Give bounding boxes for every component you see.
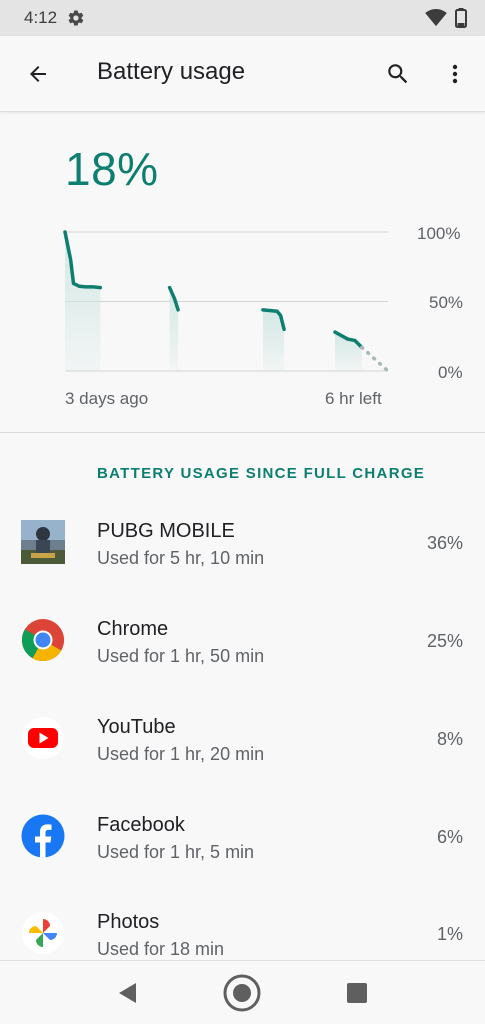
app-usage-time: Used for 1 hr, 5 min (97, 842, 255, 862)
search-icon (388, 64, 408, 84)
nav-recents-button[interactable] (343, 979, 371, 1007)
app-usage-time: Used for 1 hr, 20 min (97, 744, 265, 764)
settings-gear-icon (68, 10, 84, 26)
search-button[interactable] (380, 56, 416, 92)
youtube-icon (22, 717, 64, 759)
navigation-bar (0, 960, 485, 1024)
back-button[interactable] (20, 56, 56, 92)
app-usage-time: Used for 5 hr, 10 min (97, 548, 265, 568)
facebook-icon (21, 814, 65, 858)
pubg-icon (21, 520, 65, 564)
app-row-chrome[interactable]: Chrome Used for 1 hr, 50 min 25% (0, 618, 485, 708)
app-name: Facebook (97, 814, 185, 836)
nav-home-button[interactable] (222, 973, 262, 1013)
battery-icon (455, 8, 467, 28)
app-row-pubg[interactable]: PUBG MOBILE Used for 5 hr, 10 min 36% (0, 520, 485, 610)
arrow-back-icon (30, 66, 46, 82)
divider (0, 432, 485, 433)
app-usage-percent: 25% (426, 631, 463, 651)
app-name: Photos (97, 911, 160, 933)
more-options-button[interactable] (437, 56, 473, 92)
x-tick-label-end: 6 hr left (325, 389, 382, 408)
section-header: BATTERY USAGE SINCE FULL CHARGE (97, 465, 426, 482)
app-name: Chrome (97, 618, 169, 640)
chart-projection-line (360, 345, 390, 373)
battery-chart: 100% 50% 0% 3 days ago 6 hr left (0, 220, 485, 420)
wifi-icon (425, 9, 447, 27)
photos-icon (22, 912, 64, 954)
app-usage-time: Used for 18 min (97, 939, 225, 959)
status-time: 4:12 (24, 8, 58, 27)
app-row-youtube[interactable]: YouTube Used for 1 hr, 20 min 8% (0, 716, 485, 806)
y-tick-label-50: 50% (429, 293, 464, 312)
app-row-photos[interactable]: Photos Used for 18 min 1% (0, 911, 485, 960)
app-usage-percent: 8% (436, 729, 463, 749)
nav-back-button[interactable] (112, 977, 144, 1009)
app-row-facebook[interactable]: Facebook Used for 1 hr, 5 min 6% (0, 814, 485, 904)
status-bar: 4:12 (0, 0, 485, 36)
more-vert-icon (452, 64, 458, 84)
app-usage-percent: 36% (426, 533, 463, 553)
app-usage-percent: 1% (436, 924, 463, 944)
battery-percentage: 18% (65, 143, 159, 195)
app-bar: Battery usage (0, 36, 485, 112)
app-name: YouTube (97, 716, 176, 738)
battery-chart-plot (63, 230, 390, 373)
y-tick-label-100: 100% (417, 224, 461, 243)
page-title: Battery usage (97, 58, 246, 85)
app-usage-time: Used for 1 hr, 50 min (97, 646, 265, 666)
app-usage-percent: 6% (436, 827, 463, 847)
app-name: PUBG MOBILE (97, 520, 235, 542)
y-tick-label-0: 0% (438, 363, 463, 382)
x-tick-label-start: 3 days ago (65, 389, 149, 408)
chrome-icon (21, 619, 65, 662)
